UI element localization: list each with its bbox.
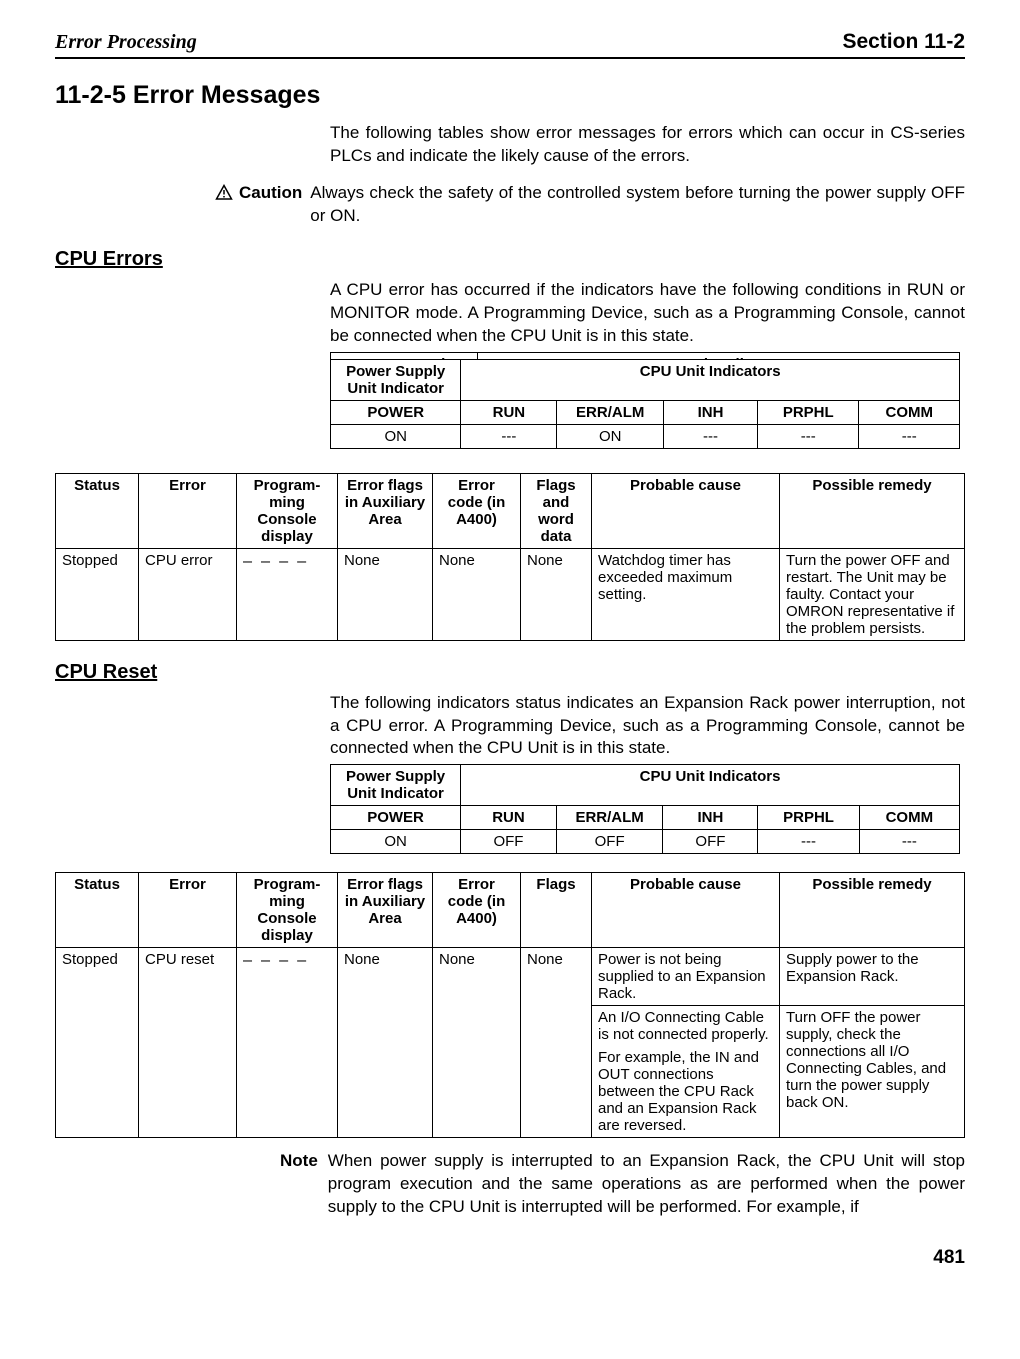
page: Error Processing Section 11-2 11-2-5 Err… [0, 0, 1020, 1289]
t2h2: CPU Unit Indicators [461, 765, 960, 806]
cr-cause1: Power is not being supplied to an Expans… [592, 948, 780, 1006]
note-label: Note [280, 1150, 318, 1219]
t1c5: COMM [859, 400, 960, 424]
cr-display: – – – – [237, 948, 338, 1138]
cpu-reset-indicator-table: Power Supply Unit Indicator CPU Unit Ind… [330, 764, 960, 854]
table-row: Stopped CPU error – – – – None None None… [56, 548, 965, 640]
cr-h0: Status [56, 873, 139, 948]
t2c1: RUN [461, 806, 557, 830]
header-right: Section 11-2 [842, 30, 965, 54]
cr-h1: Error [139, 873, 237, 948]
cpu-reset-heading: CPU Reset [55, 661, 965, 684]
t2c5: COMM [859, 806, 959, 830]
ce-code: None [433, 548, 521, 640]
t1r4: --- [758, 424, 859, 448]
cr-h6: Probable cause [592, 873, 780, 948]
cr-f: None [521, 948, 592, 1138]
t2r4: --- [758, 830, 859, 854]
cpu-reset-ind-wrap: Power Supply Unit Indicator CPU Unit Ind… [330, 764, 965, 854]
cpu-reset-intro: The following indicators status indicate… [330, 692, 965, 761]
caution-label: Caution [239, 182, 302, 205]
ce-flags: None [338, 548, 433, 640]
ce-h5: Flags and word data [521, 473, 592, 548]
caution-row: Caution Always check the safety of the c… [215, 182, 965, 228]
t2r2: OFF [556, 830, 663, 854]
cr-flags: None [338, 948, 433, 1138]
ce-error: CPU error [139, 548, 237, 640]
t1h1: Power Supply Unit Indicator [331, 359, 461, 400]
ce-fwd: None [521, 548, 592, 640]
ce-remedy: Turn the power OFF and restart. The Unit… [780, 548, 965, 640]
cpu-errors-ind-fixed: Power Supply Unit Indicator CPU Unit Ind… [330, 359, 965, 449]
t2h1: Power Supply Unit Indicator [331, 765, 461, 806]
ce-h4: Error code (in A400) [433, 473, 521, 548]
cr-h4: Error code (in A400) [433, 873, 521, 948]
cr-h3: Error flags in Auxiliary Area [338, 873, 433, 948]
cpu-errors-heading: CPU Errors [55, 248, 965, 271]
cpu-errors-intro: A CPU error has occurred if the indicato… [330, 279, 965, 348]
t1r3: --- [664, 424, 758, 448]
t2r0: ON [331, 830, 461, 854]
caution-icon [215, 182, 235, 202]
t2c2: ERR/ALM [556, 806, 663, 830]
cr-remedy2: Turn OFF the power supply, check the con… [780, 1006, 965, 1138]
ce-h2: Program-ming Console display [237, 473, 338, 548]
t1r0: ON [331, 424, 461, 448]
t2r5: --- [859, 830, 959, 854]
t1c2: ERR/ALM [557, 400, 664, 424]
cr-h5: Flags [521, 873, 592, 948]
cr-remedy1: Supply power to the Expansion Rack. [780, 948, 965, 1006]
ce-h3: Error flags in Auxiliary Area [338, 473, 433, 548]
note-row: Note When power supply is interrupted to… [280, 1150, 965, 1219]
section-intro: The following tables show error messages… [330, 122, 965, 168]
page-number: 481 [55, 1247, 965, 1269]
header-left: Error Processing [55, 31, 197, 54]
t1r5: --- [859, 424, 960, 448]
cr-status: Stopped [56, 948, 139, 1138]
ce-h0: Status [56, 473, 139, 548]
caution-text: Always check the safety of the controlle… [310, 182, 965, 228]
ce-cause: Watchdog timer has exceeded maximum sett… [592, 548, 780, 640]
cpu-errors-status-table: Status Error Program-ming Console displa… [55, 473, 965, 641]
cr-cause2a: An I/O Connecting Cable is not connected… [592, 1006, 780, 1047]
ce-status: Stopped [56, 548, 139, 640]
t1c0: POWER [331, 400, 461, 424]
ce-display: – – – – [237, 548, 338, 640]
cr-h2: Program-ming Console display [237, 873, 338, 948]
cr-h7: Possible remedy [780, 873, 965, 948]
page-header: Error Processing Section 11-2 [55, 30, 965, 59]
note-text: When power supply is interrupted to an E… [328, 1150, 965, 1219]
t2c0: POWER [331, 806, 461, 830]
t1r1: --- [461, 424, 557, 448]
cpu-errors-indicator-table-2: Power Supply Unit Indicator CPU Unit Ind… [330, 359, 960, 449]
ce-h7: Possible remedy [780, 473, 965, 548]
cr-error: CPU reset [139, 948, 237, 1138]
t1c1: RUN [461, 400, 557, 424]
t1h2: CPU Unit Indicators [461, 359, 960, 400]
t1c4: PRPHL [758, 400, 859, 424]
ce-h1: Error [139, 473, 237, 548]
t2c3: INH [663, 806, 758, 830]
t1r2: ON [557, 424, 664, 448]
t1c3: INH [664, 400, 758, 424]
t2c4: PRPHL [758, 806, 859, 830]
section-title: 11-2-5 Error Messages [55, 81, 965, 110]
t2r1: OFF [461, 830, 557, 854]
cr-code: None [433, 948, 521, 1138]
cpu-reset-status-table: Status Error Program-ming Console displa… [55, 872, 965, 1138]
cr-cause2b: For example, the IN and OUT connections … [592, 1046, 780, 1138]
ce-h6: Probable cause [592, 473, 780, 548]
t2r3: OFF [663, 830, 758, 854]
table-row: Stopped CPU reset – – – – None None None… [56, 948, 965, 1006]
